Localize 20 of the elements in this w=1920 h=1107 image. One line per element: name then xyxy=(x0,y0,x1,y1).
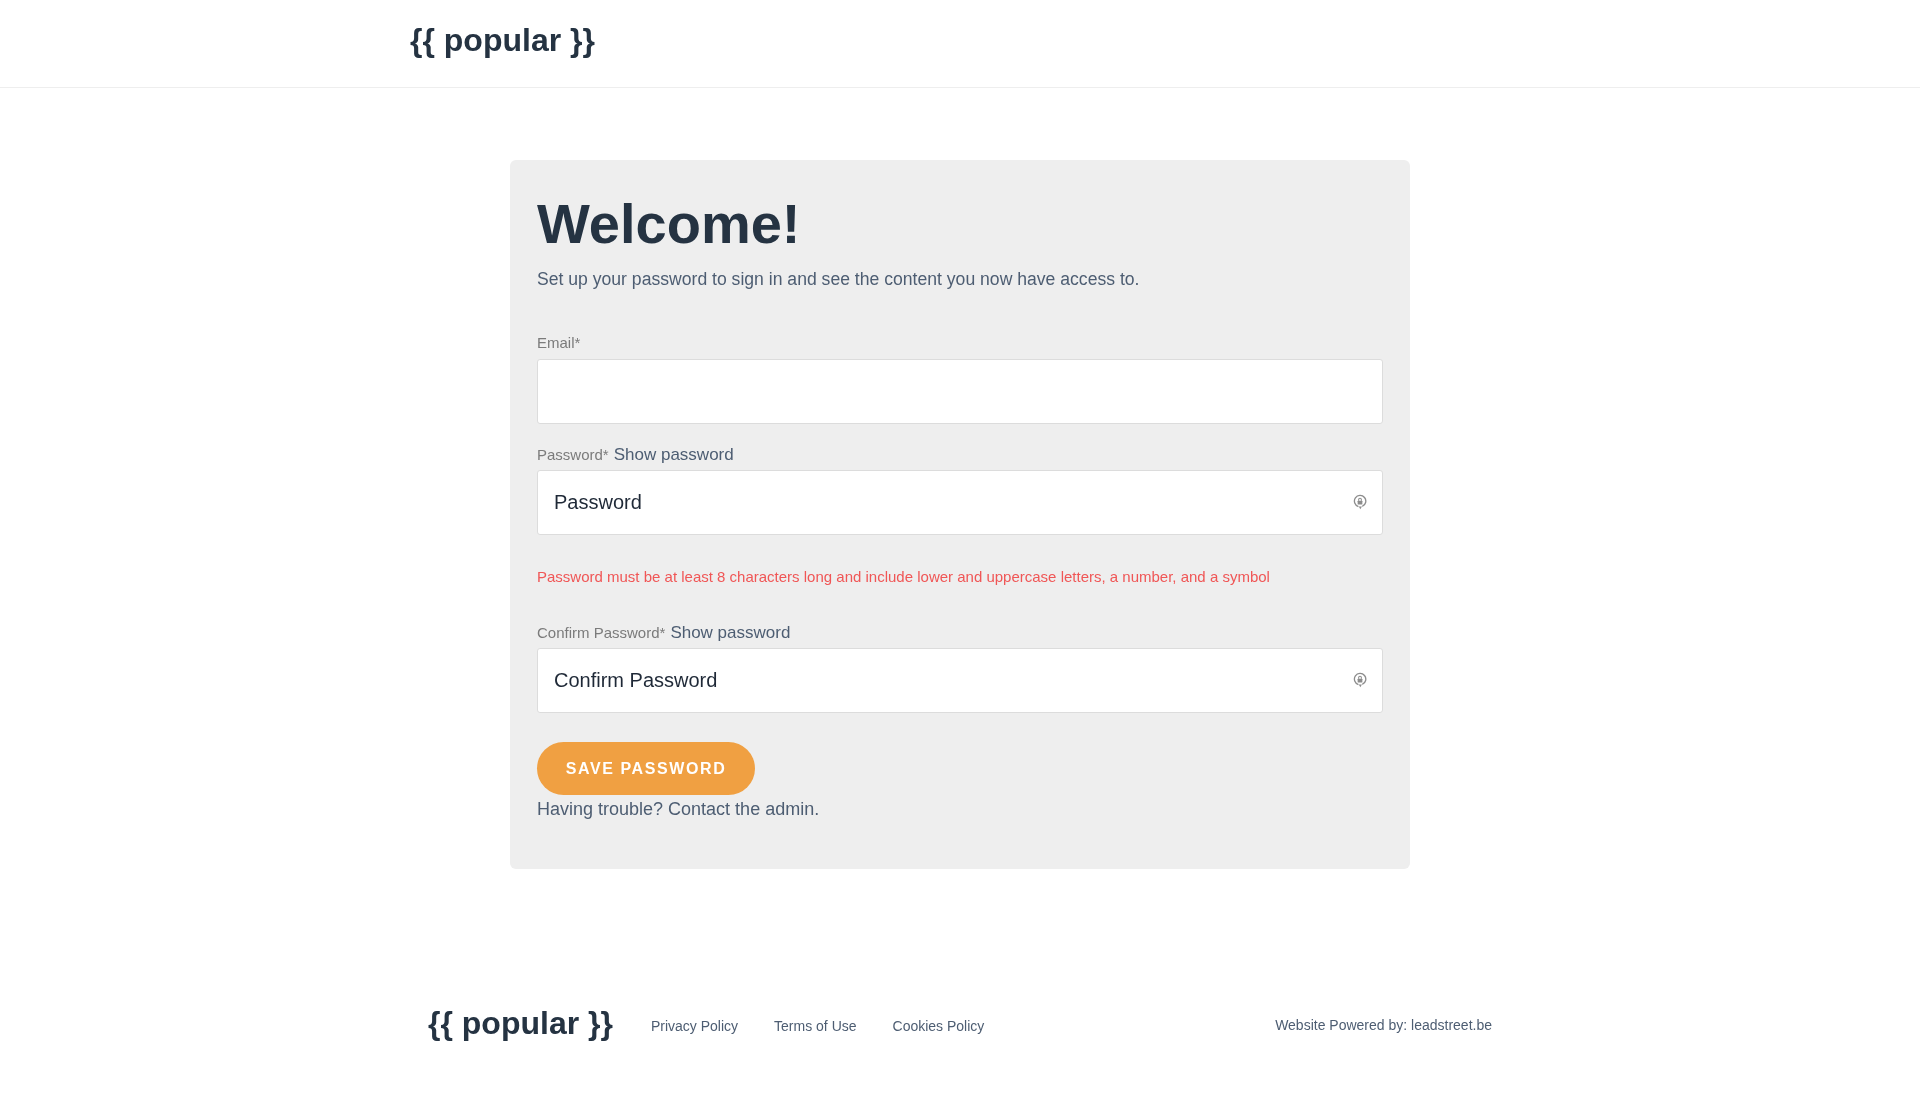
show-password-link[interactable]: Show password xyxy=(670,622,791,644)
powered-by-text: Website Powered by: leadstreet.be xyxy=(1275,1016,1492,1035)
lock-cycle-icon[interactable] xyxy=(1353,672,1367,688)
site-logo[interactable]: {{ popular }} xyxy=(410,20,595,60)
show-password-link[interactable]: Show password xyxy=(613,444,734,466)
field-label: Password* xyxy=(537,445,609,465)
email-field[interactable] xyxy=(537,359,1383,424)
footer-link[interactable]: Terms of Use xyxy=(774,1016,857,1036)
field-label: Email* xyxy=(537,333,581,353)
password-field[interactable]: Confirm Password xyxy=(537,648,1383,713)
password-field[interactable]: Password xyxy=(537,470,1383,535)
password-error-message: Password must be at least 8 characters long and include lower and uppercase letters, a number, and a symbol xyxy=(537,567,1271,587)
footer-link[interactable]: Privacy Policy xyxy=(650,1016,739,1036)
footer-link[interactable]: Cookies Policy xyxy=(892,1016,985,1036)
welcome-heading: Welcome! xyxy=(537,192,802,256)
help-text: Having trouble? Contact the admin. xyxy=(537,798,821,821)
footer-logo[interactable]: {{ popular }} xyxy=(428,1003,613,1043)
field-label: Confirm Password* xyxy=(537,623,666,643)
intro-text: Set up your password to sign in and see the content you now have access to. xyxy=(537,268,1141,291)
lock-cycle-icon[interactable] xyxy=(1353,494,1367,510)
